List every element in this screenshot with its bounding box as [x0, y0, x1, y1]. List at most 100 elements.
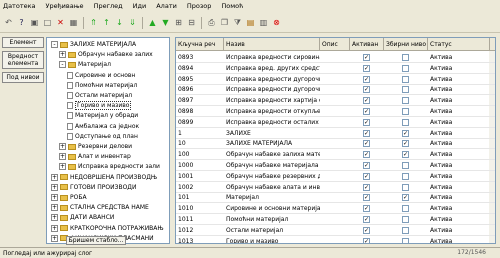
help-icon[interactable]: ?: [16, 17, 27, 28]
table-row[interactable]: 0899 Исправка вредности осталих дугорочни…: [176, 117, 495, 128]
menu-item[interactable]: Датотека: [3, 2, 36, 10]
delete-icon[interactable]: ✕: [55, 17, 66, 28]
table-row[interactable]: 1001 Обрачун набавке резервних делова ✓ Акт…: [176, 171, 495, 182]
table-row[interactable]: 1012 Остали материјал ✓ Актива: [176, 225, 495, 236]
tree-node[interactable]: - ЗАЛИХЕ МАТЕРИЈАЛА: [51, 40, 136, 49]
active-checkbox[interactable]: ✓: [363, 118, 370, 126]
table-row[interactable]: 10 ЗАЛИХЕ МАТЕРИЈАЛА ✓ ✓ Актива: [176, 138, 495, 150]
summary-level-checkbox[interactable]: [402, 172, 409, 180]
active-checkbox[interactable]: ✓: [363, 194, 370, 202]
summary-level-checkbox[interactable]: ✓: [402, 129, 409, 137]
table-row[interactable]: 1013 Гориво и мазиво ✓ Актива: [176, 236, 495, 243]
summary-level-checkbox[interactable]: [402, 216, 409, 223]
active-checkbox[interactable]: ✓: [363, 237, 370, 243]
prev-icon[interactable]: ↑: [101, 17, 112, 28]
menu-item[interactable]: Алати: [156, 2, 177, 10]
tree-node[interactable]: Сировине и основн: [67, 71, 135, 80]
tree-node[interactable]: + Алат и инвентар: [59, 152, 131, 161]
save-icon[interactable]: ▣: [29, 17, 40, 28]
summary-level-checkbox[interactable]: ✓: [402, 140, 409, 148]
expand-toggle-icon[interactable]: -: [51, 41, 58, 48]
expand-toggle-icon[interactable]: +: [59, 51, 66, 59]
move-up-icon[interactable]: ▲: [147, 17, 158, 28]
element-value-button[interactable]: Вредност елемента: [2, 51, 44, 69]
expand-toggle-icon[interactable]: +: [51, 173, 58, 181]
active-checkbox[interactable]: ✓: [363, 205, 370, 213]
book-icon[interactable]: ▤: [245, 17, 256, 28]
table-row[interactable]: 0893 Исправка вредности сировина и основн…: [176, 52, 495, 63]
expand-toggle-icon[interactable]: +: [51, 204, 58, 212]
summary-level-checkbox[interactable]: [402, 226, 409, 234]
summary-level-checkbox[interactable]: [402, 86, 409, 94]
account-tree[interactable]: - ЗАЛИХЕ МАТЕРИЈАЛА + Обрачун набавке залих…: [46, 37, 170, 244]
move-down-icon[interactable]: ▼: [160, 17, 171, 28]
collapse-icon[interactable]: ⊟: [186, 17, 197, 28]
element-button[interactable]: Елемент: [2, 37, 44, 48]
tree-node[interactable]: + Резервни делови: [59, 142, 132, 151]
summary-level-checkbox[interactable]: ✓: [402, 151, 409, 159]
table-icon[interactable]: ▦: [68, 17, 79, 28]
table-row[interactable]: 1 ЗАЛИХЕ ✓ ✓ Актива: [176, 128, 495, 139]
active-checkbox[interactable]: ✓: [363, 216, 370, 223]
column-header[interactable]: Активан: [350, 38, 384, 51]
summary-level-checkbox[interactable]: [402, 108, 409, 115]
column-header[interactable]: Опис: [320, 38, 350, 51]
column-header[interactable]: Статус: [428, 38, 490, 51]
column-header[interactable]: Кључна реч: [176, 38, 224, 51]
back-icon[interactable]: ↶: [3, 17, 14, 28]
tree-node[interactable]: + ГОТОВИ ПРОИЗВОДИ: [51, 183, 136, 192]
table-row[interactable]: 100 Обрачун набавке залиха материјала ✓ ✓ Ак…: [176, 149, 495, 161]
active-checkbox[interactable]: ✓: [363, 172, 370, 180]
tree-node[interactable]: Помоћни материјал: [67, 81, 137, 90]
column-header[interactable]: Збирни ниво: [384, 38, 428, 51]
active-checkbox[interactable]: ✓: [363, 226, 370, 234]
print-icon[interactable]: ⎙: [206, 17, 217, 28]
summary-level-checkbox[interactable]: [402, 64, 409, 72]
tree-node[interactable]: + Исправка вредности зали: [59, 162, 160, 171]
active-checkbox[interactable]: ✓: [363, 86, 370, 94]
menu-item[interactable]: Иди: [133, 2, 147, 10]
tree-node[interactable]: + Обрачун набавке залих: [59, 50, 153, 59]
table-row[interactable]: 1011 Помоћни материјал ✓ Актива: [176, 214, 495, 225]
tree-node[interactable]: + НЕДОВРШЕНА ПРОИЗВОДЊ: [51, 173, 157, 182]
summary-level-checkbox[interactable]: [402, 118, 409, 126]
active-checkbox[interactable]: ✓: [363, 54, 370, 61]
menu-item[interactable]: Преглед: [94, 2, 123, 10]
table-row[interactable]: 1010 Сировине и основни материјал ✓ Актива: [176, 203, 495, 215]
column-header[interactable]: Назив: [224, 38, 320, 51]
tree-node[interactable]: Амбалажа са једнок: [67, 122, 139, 131]
table-row[interactable]: 0898 Исправка вредности откупљених сопст ✓…: [176, 106, 495, 117]
summary-level-checkbox[interactable]: [402, 162, 409, 169]
active-checkbox[interactable]: ✓: [363, 75, 370, 83]
expand-toggle-icon[interactable]: +: [59, 163, 66, 171]
summary-level-checkbox[interactable]: [402, 75, 409, 83]
tree-node[interactable]: - Материјал: [59, 60, 111, 69]
active-checkbox[interactable]: ✓: [363, 140, 370, 148]
expand-toggle-icon[interactable]: +: [51, 194, 58, 201]
tree-node[interactable]: Одступање од план: [67, 132, 138, 141]
expand-toggle-icon[interactable]: +: [59, 153, 66, 161]
expand-toggle-icon[interactable]: +: [51, 214, 58, 222]
tree-action-button[interactable]: Бришем стабло...: [66, 236, 126, 245]
summary-level-checkbox[interactable]: [402, 97, 409, 105]
active-checkbox[interactable]: ✓: [363, 108, 370, 115]
summary-level-checkbox[interactable]: [402, 237, 409, 243]
copy-icon[interactable]: ❐: [219, 17, 230, 28]
summary-level-checkbox[interactable]: ✓: [402, 194, 409, 202]
expand-toggle-icon[interactable]: -: [59, 61, 66, 69]
table-row[interactable]: 101 Материјал ✓ ✓ Актива: [176, 192, 495, 204]
calc-icon[interactable]: ▥: [258, 17, 269, 28]
expand-toggle-icon[interactable]: +: [51, 234, 58, 242]
last-icon[interactable]: ⇓: [127, 17, 138, 28]
cancel-icon[interactable]: ⊗: [271, 17, 282, 28]
tree-node[interactable]: Гориво и мазиво: [67, 101, 132, 111]
menu-item[interactable]: Уређивање: [46, 2, 84, 10]
active-checkbox[interactable]: ✓: [363, 183, 370, 191]
tree-node[interactable]: + КРАТКОРОЧНА ПОТРАЖИВАЊ: [51, 224, 164, 233]
table-row[interactable]: 0895 Исправка вредности дугорочних улог ✓ А…: [176, 74, 495, 85]
first-icon[interactable]: ⇑: [88, 17, 99, 28]
table-row[interactable]: 0897 Исправка вредности хартија од вредно…: [176, 95, 495, 107]
new-icon[interactable]: □: [42, 17, 53, 28]
active-checkbox[interactable]: ✓: [363, 162, 370, 169]
active-checkbox[interactable]: ✓: [363, 64, 370, 72]
